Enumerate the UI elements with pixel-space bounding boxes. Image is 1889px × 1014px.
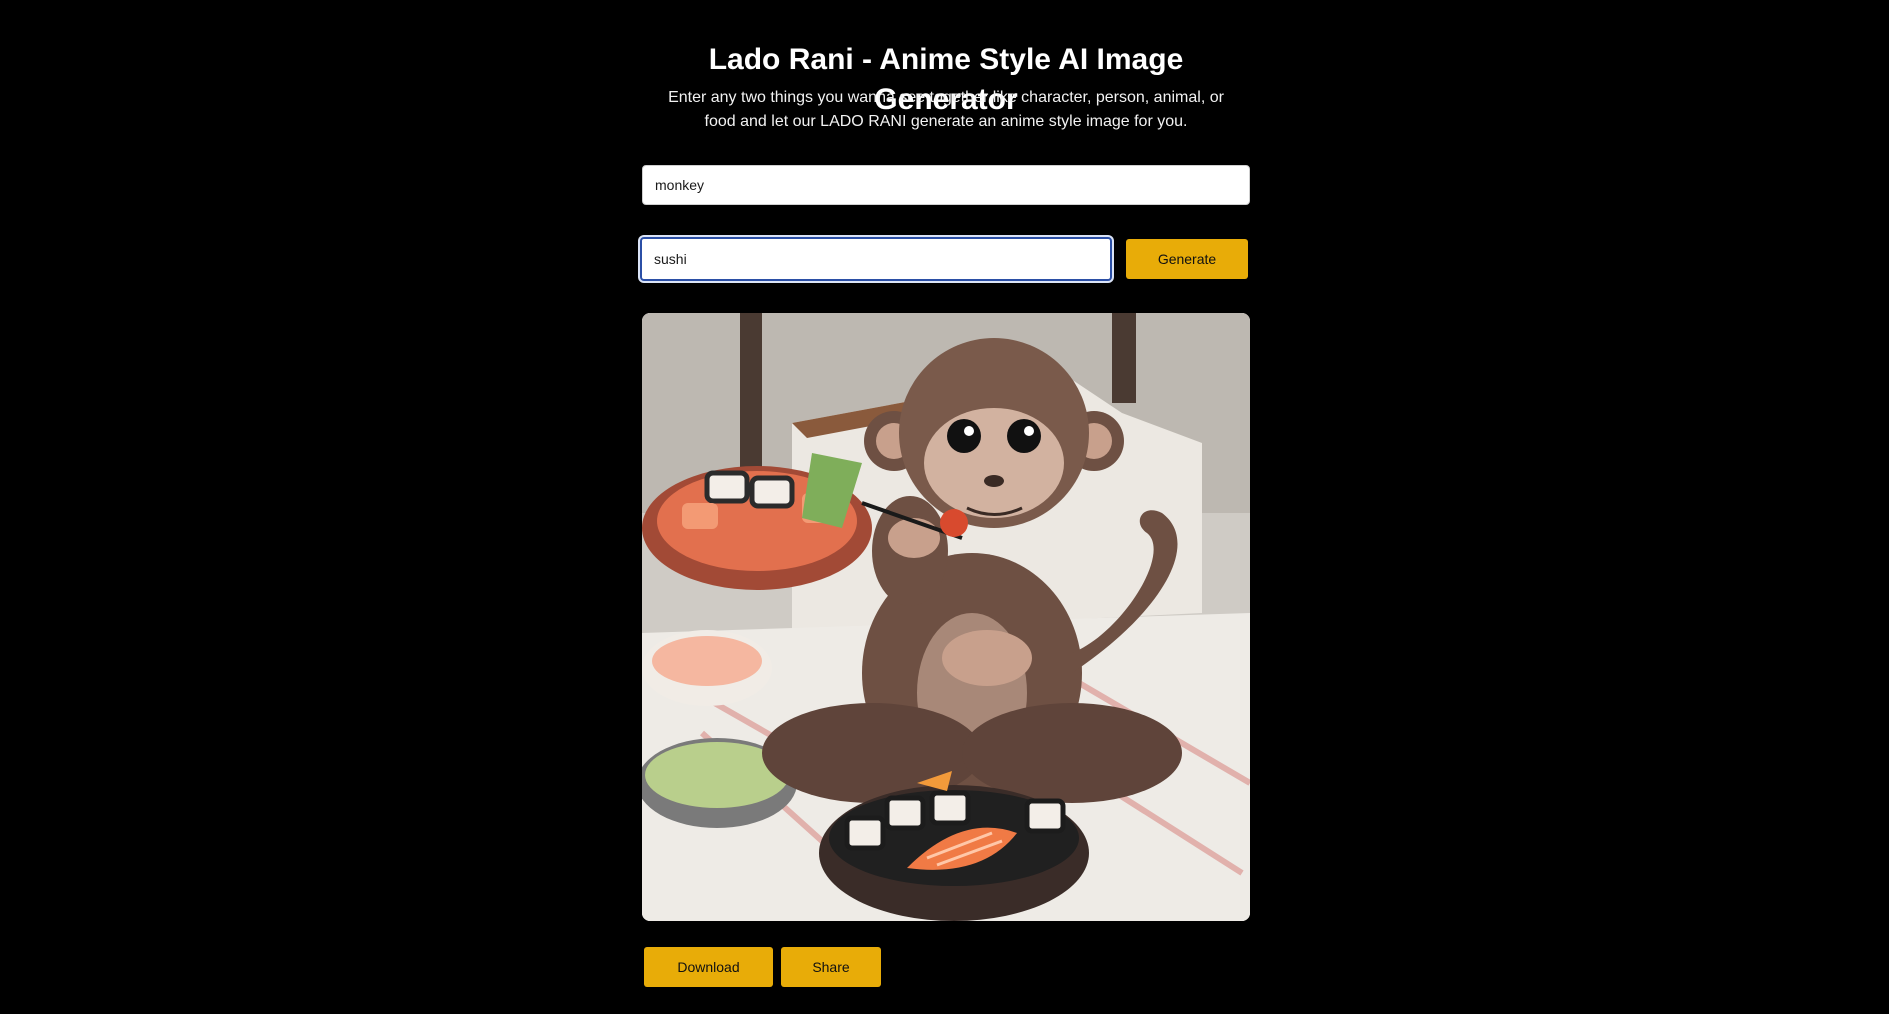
generate-button[interactable]: Generate	[1126, 239, 1248, 279]
generated-image	[642, 313, 1250, 921]
page-subtitle: Enter any two things you wanna see toget…	[668, 89, 1224, 130]
first-thing-input[interactable]	[642, 165, 1250, 205]
share-button[interactable]: Share	[781, 947, 881, 987]
page: Lado Rani - Anime Style AI Image Generat…	[0, 0, 1889, 1014]
second-thing-input[interactable]	[640, 237, 1112, 281]
download-button[interactable]: Download	[644, 947, 773, 987]
